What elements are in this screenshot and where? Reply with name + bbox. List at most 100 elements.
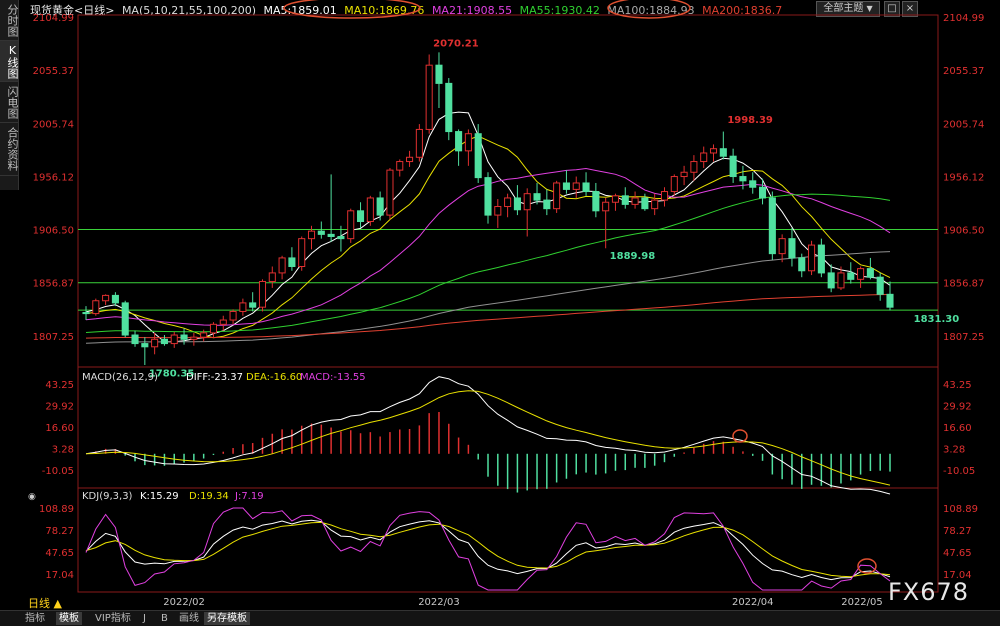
kdj-label-left: 47.65 <box>45 548 74 559</box>
candle-body <box>239 302 247 312</box>
price-label-left: 1906.50 <box>33 226 74 237</box>
candle-body <box>572 182 580 190</box>
bottom-toolbar: 指标 模板 VIP指标 J B 画线 另存模板 <box>0 610 1000 626</box>
price-label-right: 2055.37 <box>943 66 984 77</box>
time-axis: 2022/02 2022/03 2022/04 2022/05 <box>163 597 882 608</box>
tab-template[interactable]: 模板 <box>56 612 82 625</box>
time-label: 2022/04 <box>732 597 774 608</box>
candle-body <box>543 199 551 210</box>
candle-body <box>484 177 492 216</box>
kdj-toggle-icon[interactable]: ◉ <box>28 492 36 502</box>
time-label: 2022/03 <box>418 597 460 608</box>
candle-body <box>151 338 159 348</box>
kdj-panel-frame <box>77 487 939 593</box>
candle-body <box>808 244 816 272</box>
candle-body <box>200 332 208 338</box>
macd-label-left: 3.28 <box>52 444 74 455</box>
macd-label-left: 43.25 <box>45 380 74 391</box>
candle-body <box>513 197 521 211</box>
candle-body <box>219 319 227 325</box>
candle-body <box>249 302 257 308</box>
candle-body <box>739 176 747 182</box>
candle-body <box>876 276 884 295</box>
chart-canvas[interactable]: 2104.99 2055.37 2005.74 1956.12 1906.50 1856.… <box>0 0 1000 610</box>
candle-body <box>758 186 767 199</box>
price-annotation: 1831.30 <box>914 314 960 325</box>
candle-body <box>523 193 531 211</box>
candle-body <box>847 272 855 280</box>
price-axis-left: 2104.99 2055.37 2005.74 1956.12 1906.50 1856.… <box>33 13 74 343</box>
price-label-right: 2005.74 <box>943 119 984 130</box>
tab-vip-indicator[interactable]: VIP指标 <box>92 612 134 625</box>
macd-histogram <box>95 411 891 493</box>
candle-body <box>651 199 659 210</box>
candle-body <box>415 128 423 158</box>
candle-body <box>131 334 139 345</box>
kdj-label-right: 47.65 <box>943 548 972 559</box>
price-label-left: 2055.37 <box>33 66 74 77</box>
tab-save-template[interactable]: 另存模板 <box>204 612 250 625</box>
candle-body <box>837 272 845 289</box>
price-panel-frame <box>77 14 939 368</box>
candle-body <box>719 148 727 157</box>
macd-label-left: 16.60 <box>45 423 74 434</box>
candle-body <box>474 133 482 179</box>
candle-body <box>494 206 502 216</box>
candle-body <box>180 334 188 340</box>
candle-body <box>386 169 394 216</box>
candle-body <box>307 230 316 240</box>
tab-indicator[interactable]: 指标 <box>22 612 48 625</box>
macd-label-right: 29.92 <box>943 402 972 413</box>
candle-body <box>553 182 561 210</box>
tab-b[interactable]: B <box>158 612 171 625</box>
price-label-right: 1807.25 <box>943 332 984 343</box>
ma100-line <box>85 251 891 344</box>
candle-body <box>690 161 698 173</box>
kdj-j-line <box>85 507 891 591</box>
candle-body <box>886 293 894 308</box>
candle-body <box>288 257 296 267</box>
kdj-d: D:19.34 <box>189 491 229 502</box>
candle-body <box>641 197 649 210</box>
candle-body <box>611 195 620 203</box>
candle-body <box>866 268 874 278</box>
price-label-right: 1906.50 <box>943 226 984 237</box>
candle-body <box>680 171 688 178</box>
candle-body <box>768 197 776 255</box>
tab-draw-line[interactable]: 画线 <box>176 612 202 625</box>
candle-body <box>317 230 325 235</box>
candle-body <box>798 257 806 272</box>
candle-body <box>327 233 335 238</box>
trading-chart-window: 分时图 K线图 闪电图 合约资料 现货黄金<日线> MA(5,10,21,55,… <box>0 0 1000 626</box>
price-label-left: 2005.74 <box>33 119 74 130</box>
candle-body <box>121 302 129 336</box>
tab-j[interactable]: J <box>140 612 149 625</box>
candle-body <box>602 201 610 212</box>
candle-body <box>268 272 276 282</box>
price-label-right: 1856.87 <box>943 279 984 290</box>
macd-title: MACD(26,12,9) <box>82 372 158 383</box>
macd-label-left: 29.92 <box>45 402 74 413</box>
macd-diff: DIFF:-23.37 <box>186 372 243 383</box>
candle-body <box>788 238 796 259</box>
period-selector[interactable]: 日线 ▲ <box>28 595 62 611</box>
candle-body <box>827 272 835 289</box>
candle-body <box>582 182 590 193</box>
macd-axis: 43.25 43.25 29.92 29.92 16.60 16.60 3.28 3.28 -1… <box>42 380 976 477</box>
candle-body <box>817 244 825 274</box>
candle-body <box>709 148 718 154</box>
macd-label-right: 43.25 <box>943 380 972 391</box>
candle-body <box>592 191 600 212</box>
candle-body <box>562 182 570 190</box>
price-label-right: 2104.99 <box>943 13 984 24</box>
kdj-label-right: 78.27 <box>943 526 972 537</box>
candle-body <box>141 343 149 348</box>
kdj-axis: 108.89 108.8978.27 78.2747.65 47.6517.04 17.… <box>39 504 978 581</box>
kdj-k: K:15.29 <box>140 491 179 502</box>
kdj-label-left: 78.27 <box>45 526 74 537</box>
candle-body <box>621 195 629 205</box>
kdj-lines <box>85 507 891 591</box>
kdj-label-left: 17.04 <box>45 570 74 581</box>
candle-body <box>464 133 472 152</box>
candle-body <box>749 180 757 188</box>
